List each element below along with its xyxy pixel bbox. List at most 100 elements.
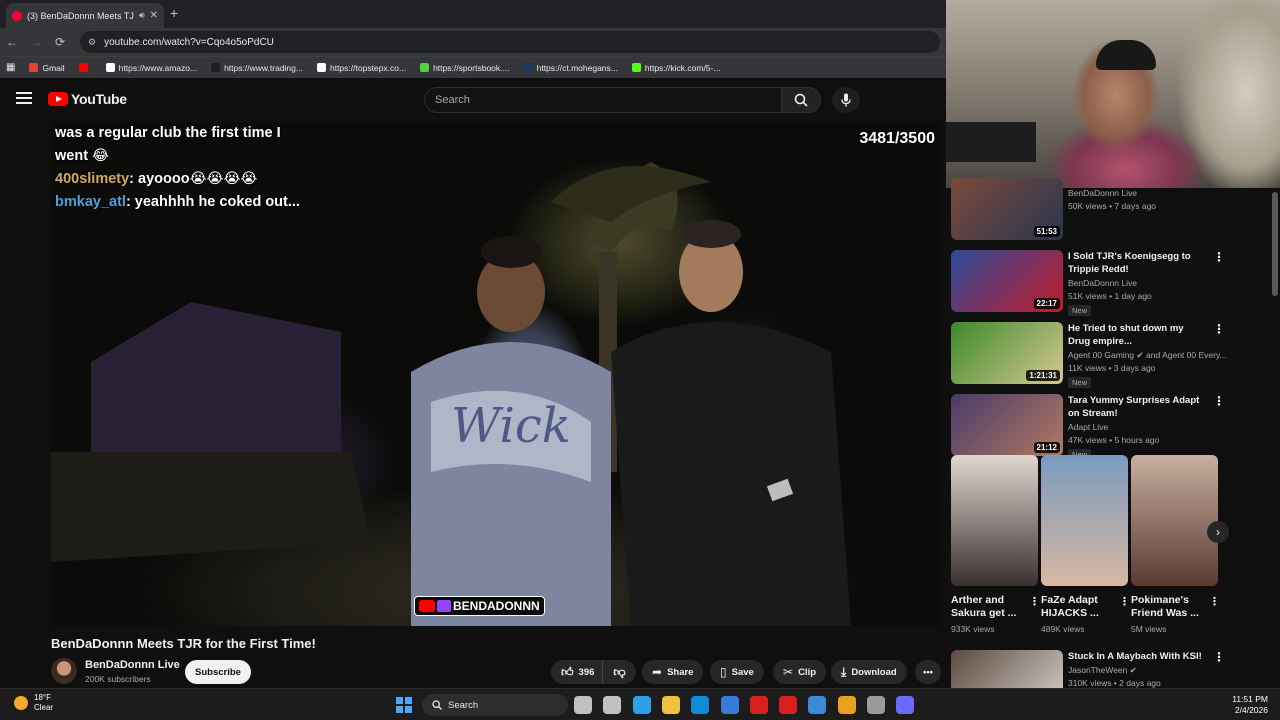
site-info-icon[interactable]: ⚙︎ bbox=[88, 37, 96, 48]
taskbar-app-icon[interactable] bbox=[779, 696, 798, 714]
video-title[interactable]: He Tried to shut down my Drug empire... bbox=[1068, 322, 1204, 348]
save-button[interactable]: ▯ Save bbox=[710, 660, 764, 684]
bookmark-item[interactable]: https://www.trading... bbox=[211, 63, 303, 73]
youtube-logo[interactable]: YouTube bbox=[48, 91, 127, 107]
voice-search-button[interactable] bbox=[832, 87, 860, 113]
chat-text: : yeahhhh he coked out... bbox=[125, 194, 300, 210]
taskbar-app-icon[interactable] bbox=[661, 696, 680, 714]
short-title[interactable]: Pokimane's Friend Was ... bbox=[1131, 594, 1205, 620]
recommended-video[interactable]: 51:53 BenDaDonnn Live 50K views • 7 days a… bbox=[951, 178, 1275, 242]
channel-name[interactable]: Agent 00 Gaming ✔ and Agent 00 Every... bbox=[1068, 350, 1227, 361]
bookmark-item[interactable]: Gmail bbox=[29, 63, 65, 73]
scrollbar-thumb[interactable] bbox=[1272, 192, 1278, 296]
more-options-icon[interactable]: ⋮ bbox=[1119, 595, 1130, 608]
bookmark-item[interactable]: https://kick.com/5-... bbox=[631, 62, 721, 73]
system-clock[interactable]: 11:51 PM 2/4/2026 bbox=[1232, 694, 1268, 716]
bookmark-item[interactable]: https://topstepx.co... bbox=[316, 63, 406, 73]
shorts-next-button[interactable]: › bbox=[1207, 521, 1229, 543]
sidebar-scrollbar[interactable] bbox=[1272, 188, 1278, 688]
search-input[interactable]: Search bbox=[424, 87, 782, 113]
reload-icon[interactable]: ⟳ bbox=[48, 35, 72, 49]
download-button[interactable]: ⤓ Download bbox=[831, 660, 907, 684]
shorts-shelf: Pokimane's Friend Was ... 5M views ⋮ FaZe A… bbox=[951, 455, 1275, 640]
video-title[interactable]: Stuck In A Maybach With KSI! bbox=[1068, 650, 1218, 663]
chat-username: 400slimety bbox=[55, 171, 130, 187]
clip-button[interactable]: ✂ Clip bbox=[773, 660, 827, 684]
channel-name[interactable]: Adapt Live bbox=[1068, 422, 1108, 432]
recommended-video[interactable]: 21:12 Tara Yummy Surprises Adapt on Strea… bbox=[951, 394, 1275, 460]
stream-chat-overlay: was a regular club the first time I went… bbox=[55, 122, 315, 214]
more-actions-button[interactable]: ••• bbox=[915, 660, 941, 684]
dislike-button[interactable]: 👎︎ bbox=[603, 660, 635, 684]
video-thumbnail[interactable] bbox=[951, 650, 1063, 688]
close-tab-icon[interactable]: ✕ bbox=[150, 10, 158, 21]
forward-icon[interactable]: → bbox=[24, 35, 48, 49]
more-options-icon[interactable]: ⋮ bbox=[1213, 322, 1225, 336]
taskbar-app-icon[interactable] bbox=[749, 696, 768, 714]
short-thumbnail[interactable] bbox=[1041, 455, 1128, 586]
video-thumbnail[interactable]: 51:53 bbox=[951, 178, 1063, 240]
bookmarks-bar: ▦ Gmail https://www.amazo... https://www.t… bbox=[0, 56, 946, 78]
more-options-icon[interactable]: ⋮ bbox=[1213, 250, 1225, 264]
bookmark-item[interactable]: https://ct.mohegans... bbox=[523, 62, 618, 73]
channel-name[interactable]: BenDaDonnn Live bbox=[1068, 278, 1137, 288]
recommended-video[interactable]: 1:21:31 He Tried to shut down my Drug emp… bbox=[951, 322, 1275, 388]
search-button[interactable] bbox=[781, 87, 821, 113]
taskbar-app-icon[interactable] bbox=[867, 696, 885, 714]
share-button[interactable]: ➦ Share bbox=[642, 660, 704, 684]
start-button[interactable] bbox=[396, 697, 412, 713]
short-views: 5M views bbox=[1131, 624, 1167, 634]
short-title[interactable]: Arther and Sakura get ... bbox=[951, 594, 1025, 620]
channel-name[interactable]: BenDaDonnn Live bbox=[85, 659, 180, 671]
short-item[interactable]: Arther and Sakura get ... 933K views ⋮ bbox=[951, 455, 1040, 634]
like-button[interactable]: 👍︎ 396 bbox=[551, 660, 604, 684]
speaker-icon[interactable]: 🔊︎ bbox=[139, 10, 145, 21]
video-player[interactable]: Wick was a regular club the first time I… bbox=[51, 122, 941, 626]
video-thumbnail[interactable]: 1:21:31 bbox=[951, 322, 1063, 384]
bookmark-label: https://kick.com/5-... bbox=[644, 62, 721, 73]
more-options-icon[interactable]: ⋮ bbox=[1213, 394, 1225, 408]
taskbar-app-icon[interactable] bbox=[808, 696, 827, 714]
taskbar-app-icon[interactable] bbox=[603, 696, 622, 714]
recommended-video[interactable]: 22:17 I Sold TJR's Koenigsegg to Trippie … bbox=[951, 250, 1275, 316]
taskbar-app-icon[interactable] bbox=[632, 696, 651, 714]
video-title[interactable]: Tara Yummy Surprises Adapt on Stream! bbox=[1068, 394, 1204, 420]
video-title[interactable]: I Sold TJR's Koenigsegg to Trippie Redd! bbox=[1068, 250, 1204, 276]
back-icon[interactable]: ← bbox=[0, 35, 24, 49]
weather-widget[interactable]: 18°F Clear bbox=[14, 693, 53, 713]
recommended-video[interactable]: Stuck In A Maybach With KSI! JasonTheWee… bbox=[951, 650, 1275, 690]
bookmark-item[interactable] bbox=[78, 63, 92, 72]
recommendations-sidebar: 51:53 BenDaDonnn Live 50K views • 7 days a… bbox=[946, 178, 1280, 690]
taskbar-app-icon[interactable] bbox=[837, 696, 856, 714]
browser-tab[interactable]: (3) BenDaDonnn Meets TJR 🔊︎ ✕ bbox=[6, 3, 164, 28]
taskbar-app-icon[interactable] bbox=[720, 696, 739, 714]
more-options-icon[interactable]: ⋮ bbox=[1209, 595, 1220, 608]
taskbar-app-icon[interactable] bbox=[691, 696, 710, 714]
channel-name[interactable]: BenDaDonnn Live bbox=[1068, 188, 1137, 198]
bookmark-item[interactable]: https://www.amazo... bbox=[105, 63, 197, 73]
search-icon bbox=[794, 93, 808, 107]
short-item[interactable]: FaZe Adapt HIJACKS ... 489K views ⋮ bbox=[1041, 455, 1130, 634]
video-thumbnail[interactable]: 21:12 bbox=[951, 394, 1063, 456]
clock-time: 11:51 PM bbox=[1232, 694, 1268, 704]
new-tab-icon[interactable]: + bbox=[170, 5, 178, 21]
subscribe-button[interactable]: Subscribe bbox=[185, 660, 251, 684]
channel-avatar[interactable] bbox=[51, 658, 77, 684]
taskbar-app-icon[interactable] bbox=[896, 696, 915, 714]
taskbar-search[interactable]: Search bbox=[422, 694, 568, 716]
bookmark-item[interactable]: https://sportsbook.... bbox=[420, 63, 510, 73]
bookmark-label: https://ct.mohegans... bbox=[536, 62, 618, 73]
menu-icon[interactable] bbox=[16, 92, 32, 104]
more-options-icon[interactable]: ⋮ bbox=[1213, 650, 1225, 664]
more-options-icon[interactable]: ⋮ bbox=[1029, 595, 1040, 608]
address-bar[interactable]: ⚙︎ youtube.com/watch?v=Cqo4o5oPdCU bbox=[80, 31, 940, 53]
short-thumbnail[interactable] bbox=[1131, 455, 1218, 586]
clip-label: Clip bbox=[798, 666, 817, 678]
taskbar-app-icon[interactable] bbox=[574, 696, 592, 714]
short-title[interactable]: FaZe Adapt HIJACKS ... bbox=[1041, 594, 1115, 620]
channel-name[interactable]: JasonTheWeen ✔ bbox=[1068, 665, 1137, 676]
video-thumbnail[interactable]: 22:17 bbox=[951, 250, 1063, 312]
apps-grid-icon[interactable]: ▦ bbox=[6, 62, 15, 73]
short-item[interactable]: Pokimane's Friend Was ... 5M views ⋮ bbox=[1131, 455, 1220, 634]
short-thumbnail[interactable] bbox=[951, 455, 1038, 586]
